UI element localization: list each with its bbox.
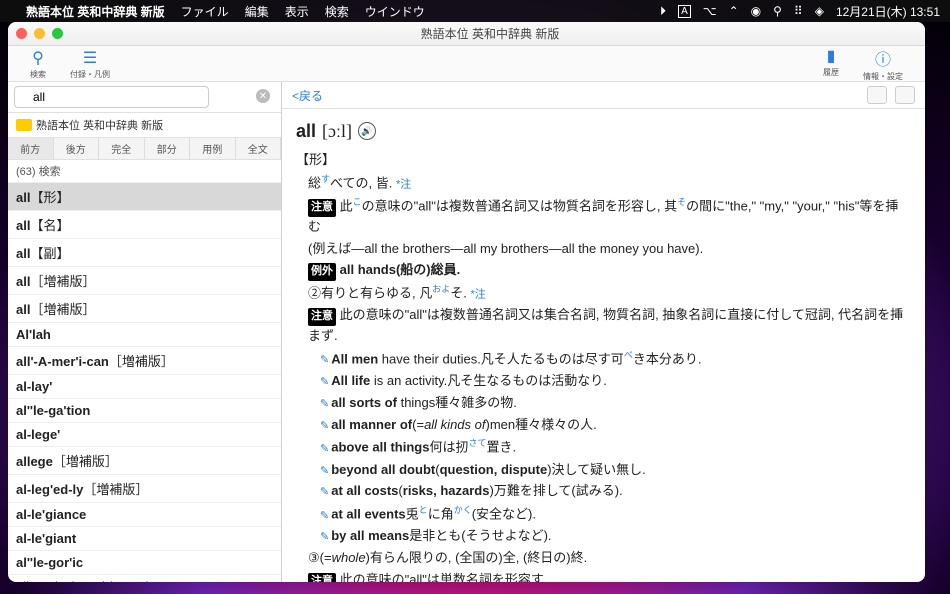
caution-badge-2: 注意 [308, 308, 336, 326]
traffic-lights [16, 28, 63, 39]
result-item[interactable]: all【副】 [8, 239, 281, 267]
result-item[interactable]: all'-A-mer'i-can［増補版］ [8, 347, 281, 375]
result-item[interactable]: all【名】 [8, 211, 281, 239]
siri-icon[interactable]: ◈ [815, 4, 824, 18]
pencil-icon: ✎ [320, 354, 329, 366]
exception-badge: 例外 [308, 263, 336, 281]
pronunciation: [ɔːl] [322, 117, 352, 146]
pencil-icon: ✎ [320, 443, 329, 455]
audio-button[interactable]: 🔊 [358, 122, 376, 140]
headword: all [296, 117, 316, 146]
mute-icon[interactable]: ⏵ [660, 4, 666, 19]
pencil-icon: ✎ [320, 420, 329, 432]
page-layout-button[interactable] [867, 86, 887, 104]
caution-badge: 注意 [308, 199, 336, 217]
result-item[interactable]: al''le-ga'tion [8, 399, 281, 423]
clear-search-button[interactable]: ✕ [256, 89, 270, 103]
pencil-icon: ✎ [320, 510, 329, 522]
menu-file[interactable]: ファイル [181, 3, 229, 20]
info-icon: ⓘ [875, 46, 891, 70]
match-tabs: 前方 後方 完全 部分 用例 全文 [8, 138, 281, 160]
close-button[interactable] [16, 28, 27, 39]
result-list[interactable]: all【形】all【名】all【副】all［増補版］all［増補版］Al'lah… [8, 183, 281, 582]
pencil-icon: ✎ [320, 486, 329, 498]
toolbar-index-button[interactable]: ☰ 付録・凡例 [58, 48, 122, 80]
menu-view[interactable]: 表示 [285, 3, 309, 20]
macos-menubar: 熟語本位 英和中辞典 新版 ファイル 編集 表示 検索 ウインドウ ⏵ A ⌥ … [0, 0, 950, 22]
left-pane: ✕ 熟語本位 英和中辞典 新版 前方 後方 完全 部分 用例 全文 (63) 検… [8, 82, 282, 582]
dictionary-window: 熟語本位 英和中辞典 新版 ⚲ 検索 ☰ 付録・凡例 ▮ 履歴 ⓘ 情報・設定 [8, 22, 925, 582]
spotlight-icon[interactable]: ⚲ [773, 4, 782, 18]
result-item[interactable]: all［増補版］ [8, 295, 281, 323]
result-item[interactable]: allege［増補版］ [8, 447, 281, 475]
minimize-button[interactable] [34, 28, 45, 39]
tab-exact[interactable]: 完全 [99, 138, 145, 159]
wifi-icon[interactable]: ⌃ [729, 4, 739, 18]
bluetooth-icon[interactable]: ⌥ [703, 4, 717, 18]
list-icon: ☰ [83, 48, 97, 68]
app-toolbar: ⚲ 検索 ☰ 付録・凡例 ▮ 履歴 ⓘ 情報・設定 [8, 46, 925, 82]
result-item[interactable]: al-lege' [8, 423, 281, 447]
back-button[interactable]: <戻る [292, 87, 323, 104]
search-input[interactable] [14, 86, 209, 108]
pencil-icon: ✎ [320, 376, 329, 388]
menu-search[interactable]: 検索 [325, 3, 349, 20]
zoom-button[interactable] [52, 28, 63, 39]
dict-badge-icon [16, 119, 32, 131]
window-titlebar: 熟語本位 英和中辞典 新版 [8, 22, 925, 46]
window-title: 熟語本位 英和中辞典 新版 [63, 25, 917, 42]
part-of-speech: 【形】 [296, 150, 911, 171]
caution-badge-3: 注意 [308, 573, 336, 582]
toolbar-info-button[interactable]: ⓘ 情報・設定 [851, 46, 915, 82]
tab-partial[interactable]: 部分 [145, 138, 191, 159]
result-item[interactable]: al-leg'ed-ly［増補版］ [8, 475, 281, 503]
menu-edit[interactable]: 編集 [245, 3, 269, 20]
tab-example[interactable]: 用例 [190, 138, 236, 159]
menubar-app-name[interactable]: 熟語本位 英和中辞典 新版 [26, 3, 165, 20]
pencil-icon: ✎ [320, 531, 329, 543]
menubar-datetime[interactable]: 12月21日(木) 13:51 [836, 3, 940, 20]
tab-fulltext[interactable]: 全文 [236, 138, 282, 159]
result-item[interactable]: all【形】 [8, 183, 281, 211]
tab-prefix[interactable]: 前方 [8, 138, 54, 159]
result-item[interactable]: allegorical ← al''le-gor'ic [8, 575, 281, 582]
dict-selector[interactable]: 熟語本位 英和中辞典 新版 [8, 113, 281, 138]
toolbar-history-button[interactable]: ▮ 履歴 [811, 46, 851, 82]
input-source-icon[interactable]: A [678, 5, 691, 18]
result-count: (63) 検索 [8, 160, 281, 183]
tab-suffix[interactable]: 後方 [54, 138, 100, 159]
note-link-2[interactable]: *注 [471, 289, 486, 301]
toolbar-search-button[interactable]: ⚲ 検索 [18, 48, 58, 80]
menu-window[interactable]: ウインドウ [365, 3, 425, 20]
result-item[interactable]: Al'lah [8, 323, 281, 347]
result-item[interactable]: al-lay' [8, 375, 281, 399]
note-link[interactable]: *注 [396, 178, 411, 190]
result-item[interactable]: al-le'giant [8, 527, 281, 551]
search-icon: ⚲ [32, 48, 44, 68]
result-item[interactable]: al''le-gor'ic [8, 551, 281, 575]
bookmark-icon: ▮ [827, 46, 836, 66]
user-icon[interactable]: ◉ [751, 4, 761, 18]
pencil-icon: ✎ [320, 465, 329, 477]
pencil-icon: ✎ [320, 398, 329, 410]
control-center-icon[interactable]: ⠿ [794, 4, 803, 18]
page-settings-button[interactable] [895, 86, 915, 104]
entry-body: all [ɔːl] 🔊 【形】 総すべての, 皆. *注 注意 此この意味の"a… [282, 109, 925, 582]
content-area: ✕ 熟語本位 英和中辞典 新版 前方 後方 完全 部分 用例 全文 (63) 検… [8, 82, 925, 582]
result-item[interactable]: all［増補版］ [8, 267, 281, 295]
result-item[interactable]: al-le'giance [8, 503, 281, 527]
right-pane: <戻る all [ɔːl] 🔊 【形】 総すべての, 皆. *注 注意 此この意… [282, 82, 925, 582]
